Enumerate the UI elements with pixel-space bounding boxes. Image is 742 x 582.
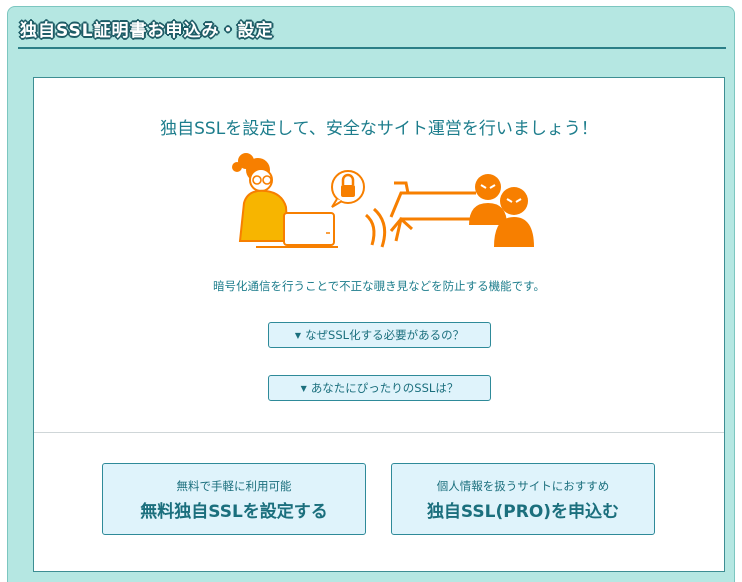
ssl-illustration	[232, 153, 534, 248]
why-ssl-toggle[interactable]: ▼ なぜSSL化する必要があるの？	[268, 322, 491, 348]
caret-down-icon: ▼	[294, 330, 302, 340]
signal-arcs-icon	[364, 207, 387, 248]
pro-ssl-button[interactable]: 個人情報を扱うサイトにおすすめ 独自SSL(PRO)を申込む	[391, 463, 655, 535]
ssl-panel: 独自SSL証明書お申込み・設定 独自SSLを設定して、安全なサイト運営を行いまし…	[7, 6, 735, 582]
ssl-description: 暗号化通信を行うことで不正な覗き見などを防止する機能です。	[212, 279, 545, 293]
pro-ssl-sub: 個人情報を扱うサイトにおすすめ	[436, 479, 610, 493]
why-ssl-label: なぜSSL化する必要があるの？	[305, 328, 465, 342]
ssl-headline: 独自SSLを設定して、安全なサイト運営を行いましょう！	[160, 119, 598, 139]
which-ssl-label: あなたにぴったりのSSLは？	[310, 381, 459, 395]
page-title: 独自SSL証明書お申込み・設定	[20, 21, 274, 41]
free-ssl-button[interactable]: 無料で手軽に利用可能 無料独自SSLを設定する	[102, 463, 366, 535]
person-at-laptop-icon	[232, 153, 338, 248]
free-ssl-main: 無料独自SSLを設定する	[140, 502, 328, 522]
title-divider	[18, 47, 726, 49]
pro-ssl-main: 独自SSL(PRO)を申込む	[426, 502, 620, 522]
free-ssl-sub: 無料で手軽に利用可能	[176, 479, 292, 493]
which-ssl-toggle[interactable]: ▼ あなたにぴったりのSSLは？	[268, 375, 491, 401]
ssl-card: 独自SSLを設定して、安全なサイト運営を行いましょう！ 暗号化通信を行うことで不…	[33, 77, 725, 572]
caret-down-icon: ▼	[300, 383, 307, 393]
section-divider	[34, 432, 724, 433]
attacker-icon	[469, 174, 534, 247]
arrow-icon	[389, 181, 476, 242]
lock-bubble-icon	[331, 170, 365, 208]
